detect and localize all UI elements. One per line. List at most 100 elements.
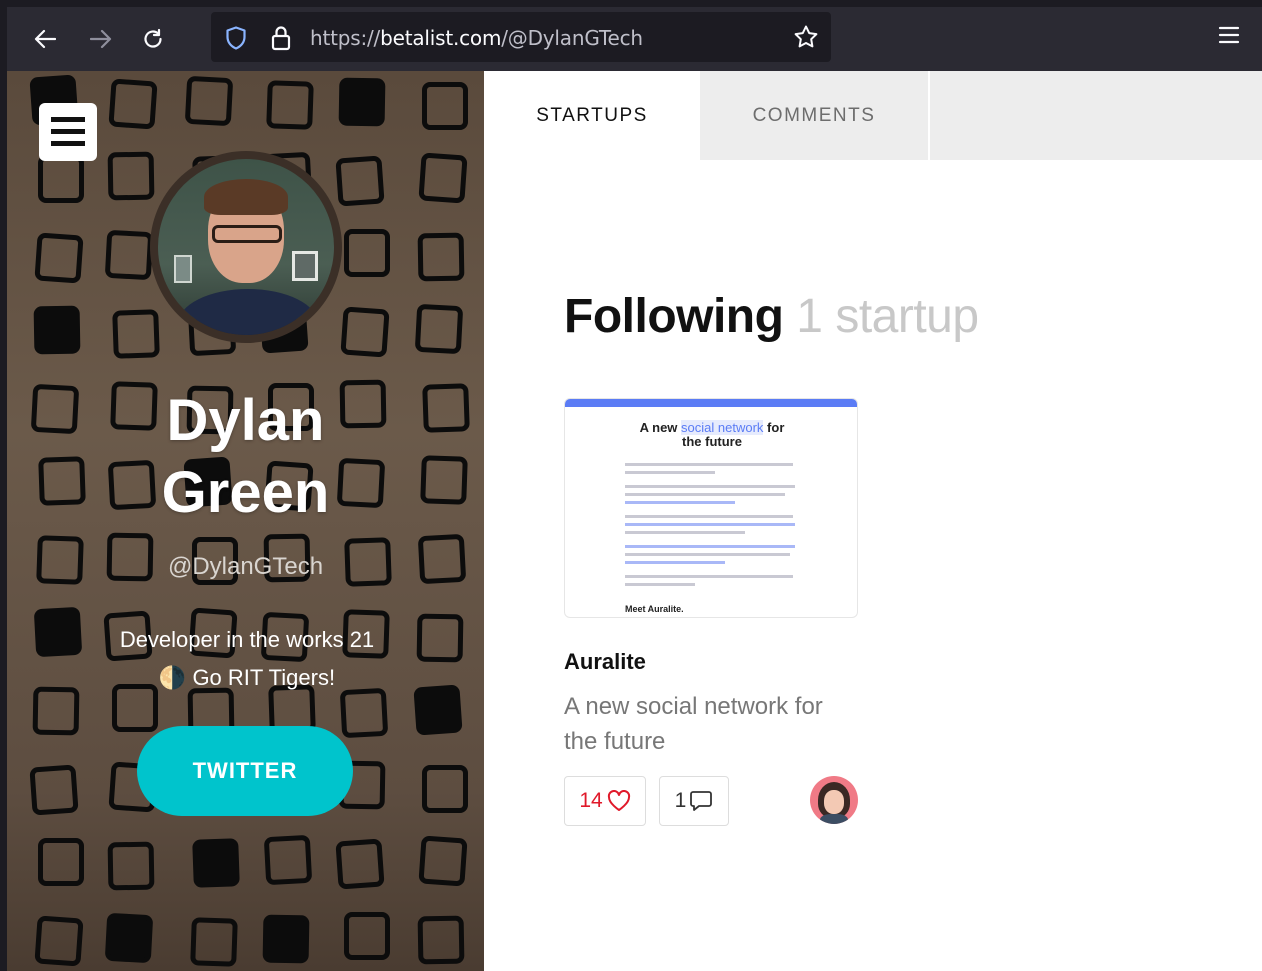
thumbnail-text-line <box>625 523 795 526</box>
decorative-square <box>422 82 468 130</box>
reload-icon <box>144 28 162 48</box>
decorative-square <box>344 912 390 960</box>
decorative-square <box>192 838 240 888</box>
profile-handle: @DylanGTech <box>167 553 324 580</box>
lock-icon[interactable] <box>271 25 291 51</box>
bio-line: Developer in the works 21 <box>119 627 375 652</box>
decorative-square <box>184 75 234 127</box>
decorative-square <box>418 835 468 887</box>
decorative-square <box>263 834 313 886</box>
profile-bio: Developer in the works 21 🌗 Go RIT Tiger… <box>87 621 407 697</box>
decorative-square <box>104 229 154 281</box>
decorative-square <box>190 917 238 967</box>
decorative-square <box>34 915 84 967</box>
thumbnail-text-line <box>625 515 793 518</box>
comments-button[interactable]: 1 <box>659 776 729 826</box>
decorative-square <box>38 838 84 886</box>
upvote-count: 14 <box>579 789 603 812</box>
following-count: 1 startup <box>796 290 979 343</box>
profile-sidebar: Dylan Green @DylanGTech Developer in the… <box>7 71 484 971</box>
profile-avatar-ring <box>150 151 342 343</box>
avatar <box>158 159 334 335</box>
thumbnail-footer: Meet Auralite. <box>625 604 684 614</box>
tab-startups[interactable]: STARTUPS <box>484 71 700 160</box>
thumbnail-text-line <box>625 471 715 474</box>
thumbnail-title-line2: the future <box>682 434 742 449</box>
decorative-square <box>33 305 81 355</box>
thumbnail-text-line <box>625 545 795 548</box>
reload-button[interactable] <box>133 19 173 59</box>
avatar-body <box>820 814 848 824</box>
twitter-button[interactable]: TWITTER <box>137 726 353 816</box>
decorative-square <box>344 229 390 277</box>
decorative-square <box>38 155 84 203</box>
wall-frame <box>174 255 192 283</box>
arrow-left-icon <box>34 29 56 49</box>
following-label: Following <box>564 290 784 343</box>
thumbnail-text-line <box>625 493 785 496</box>
thumbnail-title: A new social network for the future <box>565 420 857 449</box>
decorative-square <box>416 613 464 663</box>
decorative-square <box>32 686 80 736</box>
startup-description: A new social network for the future <box>564 693 823 755</box>
thumbnail-text-line <box>625 463 793 466</box>
thumbnail-text-line <box>625 583 695 586</box>
decorative-square <box>335 155 385 207</box>
shield-icon[interactable] <box>225 26 247 50</box>
url-host: betalist.com <box>380 26 502 50</box>
decorative-square <box>418 152 468 204</box>
url-bar[interactable]: https://betalist.com/@DylanGTech <box>211 12 831 62</box>
decorative-square <box>414 303 464 355</box>
tab-comments[interactable]: COMMENTS <box>700 71 930 160</box>
menu-line <box>51 129 85 134</box>
moon-emoji-icon: 🌗 <box>158 665 187 690</box>
startup-name[interactable]: Auralite <box>564 649 646 675</box>
bookmark-star-icon[interactable] <box>793 24 819 50</box>
site-menu-button[interactable] <box>39 103 97 161</box>
thumbnail-text-line <box>625 553 790 556</box>
decorative-square <box>413 684 463 736</box>
avatar-hair <box>204 179 288 215</box>
decorative-square <box>107 151 155 201</box>
url-text[interactable]: https://betalist.com/@DylanGTech <box>310 26 643 50</box>
thumbnail-title-pre: A new <box>639 420 678 435</box>
thumbnail-title-post: for <box>767 420 785 435</box>
menu-line <box>51 141 85 146</box>
heart-icon <box>607 790 630 811</box>
profile-name-first: Dylan <box>166 388 325 453</box>
avatar-face <box>824 790 844 814</box>
bio-line-2: 🌗 Go RIT Tigers! <box>87 659 407 697</box>
thumbnail-text-line <box>625 561 725 564</box>
main-content: STARTUPS COMMENTS Following 1 startup A … <box>484 71 1262 971</box>
browser-menu-icon[interactable] <box>1218 25 1240 45</box>
back-button[interactable] <box>25 19 65 59</box>
thumbnail-text-line <box>625 485 795 488</box>
menu-line <box>51 117 85 122</box>
decorative-square <box>266 80 314 130</box>
speech-bubble-icon <box>690 791 713 811</box>
url-scheme: https:// <box>310 26 381 50</box>
startup-thumbnail[interactable]: A new social network for the future Meet… <box>564 398 858 618</box>
decorative-square <box>417 232 465 282</box>
decorative-square <box>29 764 79 816</box>
thumbnail-text-line <box>625 575 793 578</box>
avatar-shirt <box>178 289 318 335</box>
bio-text: Go RIT Tigers! <box>192 665 336 690</box>
decorative-square <box>340 306 390 358</box>
comment-count: 1 <box>674 789 687 812</box>
decorative-square <box>262 914 310 964</box>
decorative-square <box>112 309 160 359</box>
forward-button[interactable] <box>81 19 121 59</box>
avatar-glasses <box>212 225 282 243</box>
wall-frame <box>292 251 318 281</box>
follower-avatar[interactable] <box>810 776 858 824</box>
decorative-square <box>107 841 155 891</box>
thumbnail-text-line <box>625 531 745 534</box>
arrow-right-icon <box>90 29 112 49</box>
profile-tabs: STARTUPS COMMENTS <box>484 71 1262 160</box>
following-heading: Following 1 startup <box>564 289 979 344</box>
upvote-button[interactable]: 14 <box>564 776 646 826</box>
decorative-square <box>338 77 386 127</box>
decorative-square <box>335 838 385 890</box>
decorative-square <box>34 232 84 284</box>
